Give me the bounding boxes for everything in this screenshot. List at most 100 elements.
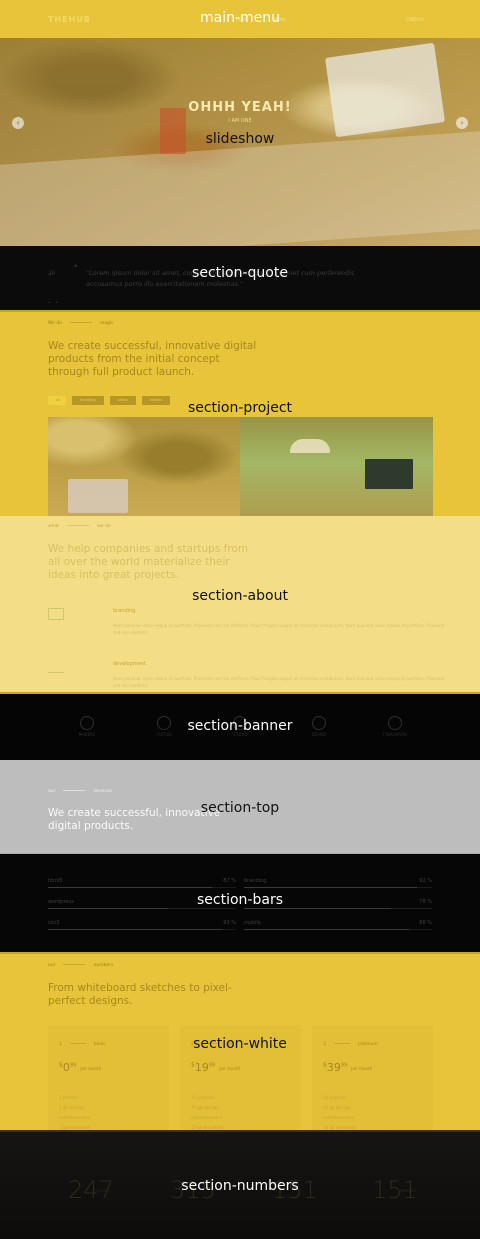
plan-name: basic <box>93 1042 106 1047</box>
client-logo: FINALMAAN <box>378 716 412 738</box>
card-divider <box>201 1043 218 1044</box>
stat-item: 151awards <box>372 1176 418 1204</box>
nav-item-home[interactable]: HOME <box>236 17 248 22</box>
section-quote: ali ❝ "Lorem ipsum dolor sit amet, conse… <box>0 246 480 310</box>
stat-caption: awards <box>399 1188 416 1194</box>
nav-item-work[interactable]: WORK <box>273 17 286 22</box>
section-top: our services We create successful, innova… <box>0 760 480 854</box>
skill-bar-fill <box>48 908 169 909</box>
slide-subline: I AM ONE <box>228 118 252 124</box>
client-logo-text: STUDIO <box>232 732 248 737</box>
pricing-card-pro[interactable]: 2 pro $1999 per month 15 projects 15 gb st… <box>180 1025 301 1130</box>
badge-icon <box>157 716 171 730</box>
feature-title: branding. <box>113 608 137 614</box>
client-logo: STUDIO <box>223 716 257 738</box>
plan-name: pro <box>225 1042 234 1047</box>
photo-tv-shape <box>365 459 413 489</box>
star-icon <box>312 716 326 730</box>
eyebrow-divider <box>63 964 86 965</box>
pricing-eyebrow: our numbers <box>48 963 113 968</box>
skill-bar-fill <box>48 929 223 930</box>
plan-price: $099 per month <box>59 1061 102 1074</box>
feature-desc: Nam pulvinar vitae neque et porttitor. P… <box>113 623 445 635</box>
price-cents: 99 <box>69 1062 77 1069</box>
plan-number: 2 pro <box>191 1042 233 1047</box>
project-photo-office[interactable] <box>240 417 433 518</box>
skill-bar: branding 92 % <box>244 878 432 888</box>
top-eyebrow-left: our <box>48 789 56 794</box>
quote-pager-dots[interactable]: • • <box>48 300 60 305</box>
top-heading: We create successful, innovative digital… <box>48 807 221 832</box>
price-period: per month <box>219 1065 241 1071</box>
eyebrow-divider <box>70 322 92 323</box>
about-eyebrow-left: what <box>48 524 60 529</box>
price-value: 39 <box>326 1061 341 1074</box>
client-logo-text: MAKERS <box>78 732 96 737</box>
slide-headline: OHHH YEAH! <box>188 100 292 115</box>
card-divider <box>69 1043 86 1044</box>
about-eyebrow-right: we do <box>97 524 111 529</box>
skill-bar-fill <box>244 929 410 930</box>
section-banner: MAKERS COFFEE STUDIO BRAND FINALMAAN sec… <box>0 694 480 760</box>
pricing-card-basic[interactable]: 1 basic $099 per month 3 projects 1 gb sto… <box>48 1025 169 1130</box>
top-eyebrow: our services <box>48 789 112 794</box>
eyebrow-divider <box>67 525 90 526</box>
top-eyebrow-right: services <box>93 789 112 794</box>
skill-bar-label: branding <box>244 878 267 884</box>
badge-icon <box>388 716 402 730</box>
client-logo: BRAND <box>302 716 336 738</box>
skill-bar: html5 87 % <box>48 878 236 888</box>
skill-bar: css3 93 % <box>48 920 236 930</box>
project-heading: We create successful, innovative digital… <box>48 340 257 378</box>
project-eyebrow-right: magic <box>100 321 114 326</box>
filter-photo[interactable]: photo <box>109 396 136 405</box>
pricing-card-platinum[interactable]: 3 platinum $3999 per month 50 projects 50 … <box>312 1025 433 1130</box>
filter-branding[interactable]: branding <box>72 396 104 405</box>
about-heading: We help companies and startups from all … <box>48 543 249 581</box>
slide-next-button[interactable]: › <box>456 117 468 129</box>
feature-title: development. <box>113 661 148 667</box>
filter-motion[interactable]: motion <box>141 396 171 405</box>
client-logo: MAKERS <box>70 716 104 738</box>
card-divider <box>333 1043 350 1044</box>
plan-name: platinum <box>357 1042 378 1047</box>
client-logo-text: BRAND <box>311 732 327 737</box>
price-cents: 99 <box>208 1062 216 1069</box>
skill-bar: wordpress <box>48 899 236 909</box>
price-cents: 99 <box>340 1062 348 1069</box>
plan-feature: unlimited users <box>191 1115 222 1120</box>
quote-text: "Lorem ipsum dolor sit amet, consectetur… <box>86 269 355 288</box>
plan-features: 15 projects 15 gb storage unlimited user… <box>191 1093 225 1133</box>
skill-bar-fill <box>244 908 391 909</box>
skill-bar-fill <box>244 887 417 888</box>
price-period: per month <box>351 1065 373 1071</box>
skill-bar-fill <box>48 887 212 888</box>
project-eyebrow-left: We do <box>48 321 62 326</box>
nav-links: HOME WORK CONTACT <box>236 17 425 22</box>
plan-feature: 3 projects <box>59 1095 79 1100</box>
plan-feature: unlimited users <box>323 1115 354 1120</box>
about-eyebrow: what we do <box>48 524 111 529</box>
badge-icon <box>233 716 247 730</box>
stat-value: 315 <box>170 1176 216 1204</box>
plan-features: 50 projects 50 gb storage unlimited user… <box>323 1093 357 1133</box>
skill-bar-label: mobile <box>244 920 261 926</box>
plan-price: $3999 per month <box>323 1061 373 1074</box>
filter-all[interactable]: all <box>48 396 66 405</box>
plan-feature: 15 gb storage <box>191 1105 219 1110</box>
quote-mark-icon: ❝ <box>74 264 78 271</box>
feature-desc: Nam pulvinar vitae neque et porttitor. P… <box>113 676 445 688</box>
skill-bar-percent: 93 % <box>223 920 236 926</box>
eyebrow-divider <box>63 790 86 791</box>
brand-logo[interactable]: THEHUB <box>48 15 91 24</box>
project-photo-meeting[interactable] <box>48 417 240 518</box>
section-about: what we do We help companies and startups… <box>0 516 480 694</box>
slideshow: OHHH YEAH! I AM ONE ‹ › slideshow <box>0 38 480 263</box>
monitor-icon <box>48 608 64 620</box>
slide-prev-button[interactable]: ‹ <box>12 117 24 129</box>
project-filters: all branding photo motion <box>48 396 171 405</box>
stat-item: 151 <box>272 1176 318 1204</box>
plan-features: 3 projects 1 gb storage unlimited users … <box>59 1093 90 1133</box>
nav-item-contact[interactable]: CONTACT <box>406 17 425 22</box>
skill-bar-percent: 87 % <box>223 878 236 884</box>
